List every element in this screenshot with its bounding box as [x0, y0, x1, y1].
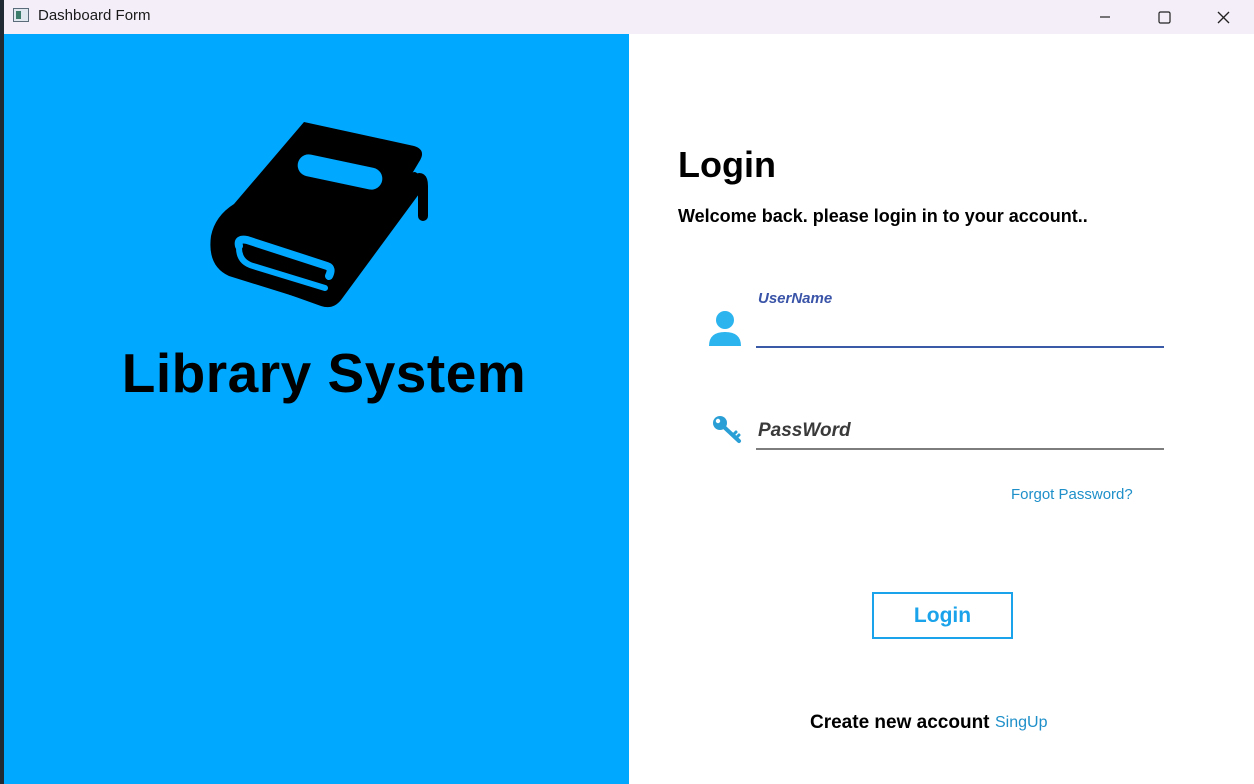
- username-input[interactable]: [756, 314, 1164, 348]
- branding-panel: Library System: [4, 34, 629, 784]
- welcome-subtitle: Welcome back. please login in to your ac…: [678, 206, 1088, 226]
- book-icon: [210, 122, 428, 308]
- username-label: UserName: [758, 290, 833, 307]
- key-icon: [713, 416, 741, 443]
- forgot-password-link[interactable]: Forgot Password?: [1011, 486, 1133, 503]
- maximize-icon: [1157, 10, 1171, 24]
- title-bar[interactable]: Dashboard Form: [4, 0, 1254, 34]
- login-heading: Login: [678, 144, 776, 185]
- user-icon: [709, 311, 741, 346]
- app-window: Dashboard Form Library System Login Welc…: [4, 0, 1254, 784]
- close-icon: [1217, 11, 1229, 23]
- signup-link[interactable]: SingUp: [995, 714, 1047, 732]
- close-button[interactable]: [1194, 0, 1252, 34]
- login-button[interactable]: Login: [872, 592, 1013, 639]
- create-account-prompt: Create new account: [810, 712, 990, 733]
- app-icon: [13, 8, 29, 22]
- app-brand-title: Library System: [121, 342, 527, 404]
- minimize-icon: [1100, 16, 1110, 18]
- login-panel: Login Welcome back. please login in to y…: [629, 34, 1254, 784]
- minimize-button[interactable]: [1076, 0, 1134, 34]
- window-title: Dashboard Form: [38, 7, 151, 24]
- password-input[interactable]: [756, 414, 1164, 450]
- maximize-button[interactable]: [1135, 0, 1193, 34]
